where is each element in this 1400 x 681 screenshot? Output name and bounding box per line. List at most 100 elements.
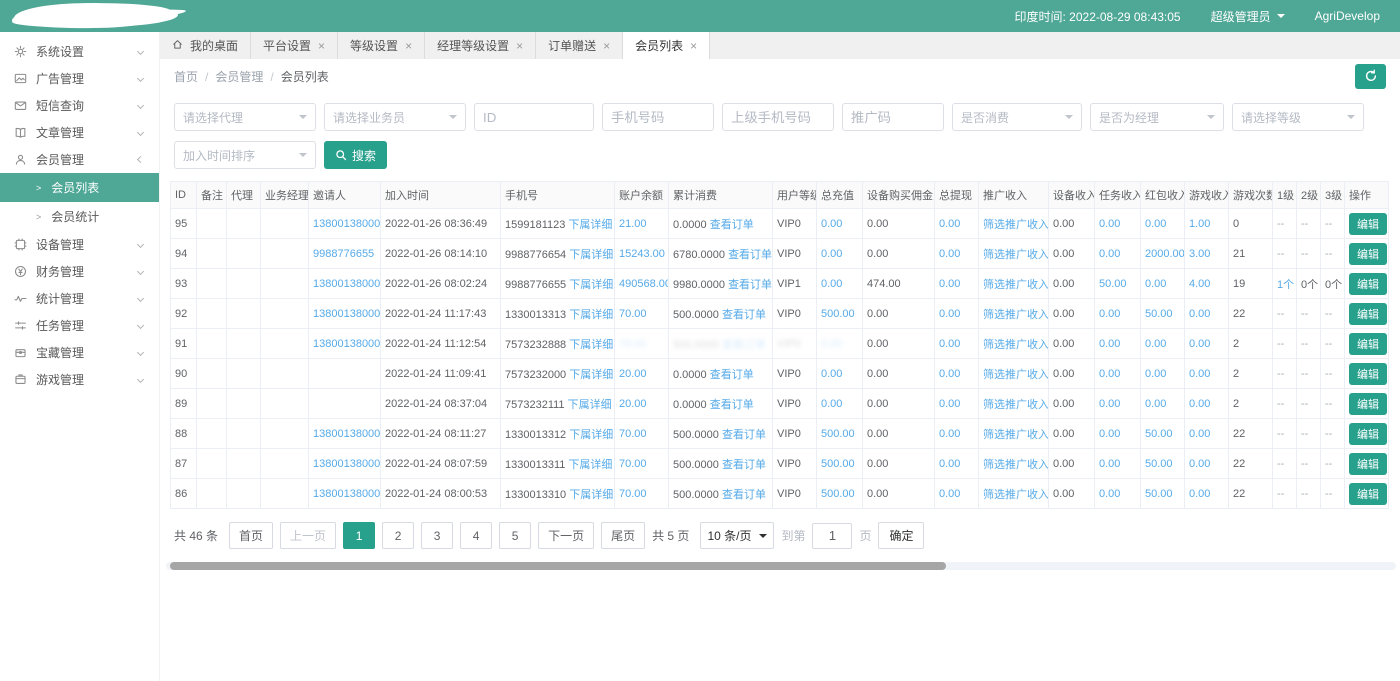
edit-button[interactable]: 编辑 xyxy=(1349,243,1387,265)
game-income-link[interactable]: 1.00 xyxy=(1189,218,1210,230)
game-income-link[interactable]: 4.00 xyxy=(1189,278,1210,290)
filter-promo-income-link[interactable]: 筛选推广收入 xyxy=(983,339,1049,351)
game-income-link[interactable]: 0.00 xyxy=(1189,398,1210,410)
view-order-link[interactable]: 查看订单 xyxy=(722,489,766,501)
edit-button[interactable]: 编辑 xyxy=(1349,423,1387,445)
balance-link[interactable]: 70.00 xyxy=(619,458,647,470)
parent-phone-input[interactable] xyxy=(722,103,834,131)
view-order-link[interactable]: 查看订单 xyxy=(728,249,772,261)
redpack-income-link[interactable]: 0.00 xyxy=(1145,338,1166,350)
view-order-link[interactable]: 查看订单 xyxy=(722,459,766,471)
sidebar-item-treasure[interactable]: 宝藏管理 xyxy=(0,339,159,366)
sub-detail-link[interactable]: 下属详细 xyxy=(569,429,613,441)
level-select[interactable]: 请选择等级 xyxy=(1232,103,1364,131)
inviter-link[interactable]: 13800138000 xyxy=(313,428,380,440)
sidebar-item-gear[interactable]: 系统设置 xyxy=(0,38,159,65)
game-income-link[interactable]: 0.00 xyxy=(1189,458,1210,470)
sub-detail-link[interactable]: 下属详细 xyxy=(569,279,613,291)
withdraw-link[interactable]: 0.00 xyxy=(939,428,960,440)
inviter-link[interactable]: 13800138000 xyxy=(313,338,380,350)
withdraw-link[interactable]: 0.00 xyxy=(939,458,960,470)
task-income-link[interactable]: 0.00 xyxy=(1099,308,1120,320)
tab-平台设置[interactable]: 平台设置× xyxy=(251,32,338,59)
last-page-button[interactable]: 尾页 xyxy=(601,522,645,549)
game-income-link[interactable]: 0.00 xyxy=(1189,308,1210,320)
view-order-link[interactable]: 查看订单 xyxy=(722,309,766,321)
task-income-link[interactable]: 0.00 xyxy=(1099,248,1120,260)
view-order-link[interactable]: 查看订单 xyxy=(728,279,772,291)
edit-button[interactable]: 编辑 xyxy=(1349,393,1387,415)
edit-button[interactable]: 编辑 xyxy=(1349,333,1387,355)
breadcrumb-item[interactable]: 会员列表 xyxy=(281,70,329,84)
page-button-5[interactable]: 5 xyxy=(499,522,531,549)
goto-page-input[interactable] xyxy=(812,523,852,549)
inviter-link[interactable]: 9988776655 xyxy=(313,248,374,260)
balance-link[interactable]: 21.00 xyxy=(619,218,647,230)
sub-detail-link[interactable]: 下属详细 xyxy=(568,219,612,231)
view-order-link[interactable]: 查看订单 xyxy=(722,429,766,441)
filter-promo-income-link[interactable]: 筛选推广收入 xyxy=(983,309,1049,321)
game-income-link[interactable]: 0.00 xyxy=(1189,428,1210,440)
edit-button[interactable]: 编辑 xyxy=(1349,303,1387,325)
prev-page-button[interactable]: 上一页 xyxy=(280,522,336,549)
task-income-link[interactable]: 50.00 xyxy=(1099,278,1127,290)
consume-select[interactable]: 是否消费 xyxy=(952,103,1082,131)
balance-link[interactable]: 70.00 xyxy=(619,308,647,320)
task-income-link[interactable]: 0.00 xyxy=(1099,368,1120,380)
sidebar-item-mail[interactable]: 短信查询 xyxy=(0,92,159,119)
withdraw-link[interactable]: 0.00 xyxy=(939,398,960,410)
sidebar-item-finance[interactable]: 财务管理 xyxy=(0,258,159,285)
redpack-income-link[interactable]: 50.00 xyxy=(1145,458,1173,470)
balance-link[interactable]: 20.00 xyxy=(619,368,647,380)
phone-input[interactable] xyxy=(602,103,714,131)
sub-detail-link[interactable]: 下属详细 xyxy=(569,369,613,381)
recharge-link[interactable]: 0.00 xyxy=(821,218,842,230)
filter-promo-income-link[interactable]: 筛选推广收入 xyxy=(983,249,1049,261)
task-income-link[interactable]: 0.00 xyxy=(1099,398,1120,410)
redpack-income-link[interactable]: 2000.00 xyxy=(1145,248,1185,260)
redpack-income-link[interactable]: 0.00 xyxy=(1145,218,1166,230)
page-size-select[interactable]: 10 条/页 xyxy=(700,522,774,549)
close-icon[interactable]: × xyxy=(603,40,610,52)
task-income-link[interactable]: 0.00 xyxy=(1099,338,1120,350)
sidebar-item-stats[interactable]: 统计管理 xyxy=(0,285,159,312)
withdraw-link[interactable]: 0.00 xyxy=(939,248,960,260)
view-order-link[interactable]: 查看订单 xyxy=(710,369,754,381)
tab-我的桌面[interactable]: 我的桌面 xyxy=(160,32,251,59)
sub-detail-link[interactable]: 下属详细 xyxy=(569,339,613,351)
is-manager-select[interactable]: 是否为经理 xyxy=(1090,103,1224,131)
id-input[interactable] xyxy=(474,103,594,131)
inviter-link[interactable]: 13800138000 xyxy=(313,458,380,470)
recharge-link[interactable]: 500.00 xyxy=(821,488,855,500)
edit-button[interactable]: 编辑 xyxy=(1349,363,1387,385)
sidebar-subitem[interactable]: >会员统计 xyxy=(0,202,159,231)
edit-button[interactable]: 编辑 xyxy=(1349,273,1387,295)
task-income-link[interactable]: 0.00 xyxy=(1099,458,1120,470)
redpack-income-link[interactable]: 0.00 xyxy=(1145,368,1166,380)
refresh-button[interactable] xyxy=(1355,64,1386,89)
edit-button[interactable]: 编辑 xyxy=(1349,453,1387,475)
recharge-link[interactable]: 500.00 xyxy=(821,308,855,320)
promo-code-input[interactable] xyxy=(842,103,944,131)
withdraw-link[interactable]: 0.00 xyxy=(939,308,960,320)
withdraw-link[interactable]: 0.00 xyxy=(939,218,960,230)
game-income-link[interactable]: 0.00 xyxy=(1189,338,1210,350)
game-income-link[interactable]: 3.00 xyxy=(1189,248,1210,260)
recharge-link[interactable]: 500.00 xyxy=(821,458,855,470)
recharge-link[interactable]: 500.00 xyxy=(821,428,855,440)
redpack-income-link[interactable]: 50.00 xyxy=(1145,308,1173,320)
close-icon[interactable]: × xyxy=(405,40,412,52)
sidebar-item-device[interactable]: 设备管理 xyxy=(0,231,159,258)
close-icon[interactable]: × xyxy=(690,40,697,52)
sub-detail-link[interactable]: 下属详细 xyxy=(568,459,612,471)
join-time-sort-select[interactable]: 加入时间排序 xyxy=(174,141,316,169)
confirm-button[interactable]: 确定 xyxy=(878,522,924,549)
close-icon[interactable]: × xyxy=(516,40,523,52)
recharge-link[interactable]: 0.00 xyxy=(821,248,842,260)
page-button-2[interactable]: 2 xyxy=(382,522,414,549)
inviter-link[interactable]: 13800138000 xyxy=(313,308,380,320)
sidebar-item-user[interactable]: 会员管理 xyxy=(0,146,159,173)
close-icon[interactable]: × xyxy=(318,40,325,52)
filter-promo-income-link[interactable]: 筛选推广收入 xyxy=(983,429,1049,441)
sub-detail-link[interactable]: 下属详细 xyxy=(569,489,613,501)
